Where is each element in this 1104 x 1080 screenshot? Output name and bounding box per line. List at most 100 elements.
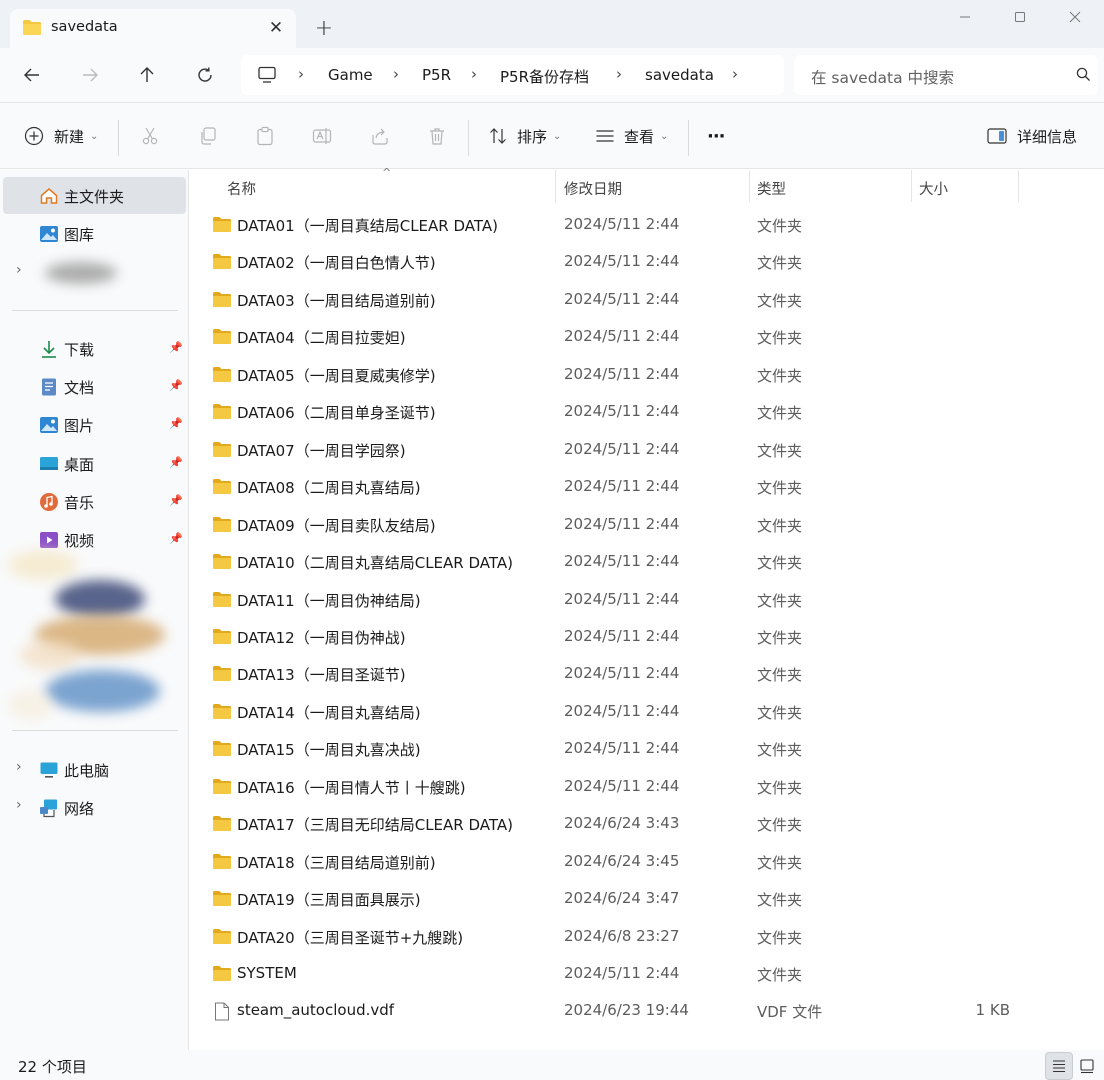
folder-row[interactable]: DATA17（三周目无印结局CLEAR DATA) 2024/6/24 3:43 文…: [205, 806, 1025, 842]
file-row[interactable]: steam_autocloud.vdf 2024/6/23 19:44 VDF 文件…: [205, 993, 1025, 1029]
file-name: DATA05（一周目夏威夷修学): [237, 366, 436, 385]
file-name: DATA13（一周目圣诞节): [237, 666, 406, 685]
new-button[interactable]: 新建 ⌄: [24, 120, 98, 152]
view-button[interactable]: 查看 ⌄: [595, 120, 668, 152]
folder-row[interactable]: DATA12（一周目伪神战) 2024/5/11 2:44 文件夹: [205, 619, 1025, 655]
desktop-icon: [39, 454, 59, 474]
column-type[interactable]: 类型: [757, 178, 786, 199]
chevron-right-icon[interactable]: ›: [16, 797, 22, 813]
sidebar-item-pictures[interactable]: 图片 📌: [3, 406, 186, 443]
sidebar-item-onedrive[interactable]: ›: [3, 254, 186, 291]
folder-row[interactable]: DATA18（三周目结局道别前) 2024/6/24 3:45 文件夹: [205, 844, 1025, 880]
details-pane-button[interactable]: 详细信息: [987, 120, 1077, 152]
copy-button[interactable]: [198, 120, 218, 152]
delete-button[interactable]: [427, 120, 447, 152]
share-button[interactable]: [370, 120, 390, 152]
paste-button[interactable]: [255, 120, 275, 152]
sidebar-item-gallery[interactable]: 图库: [3, 215, 186, 252]
rename-button[interactable]: [312, 120, 332, 152]
folder-row[interactable]: DATA20（三周目圣诞节+九艘跳) 2024/6/8 23:27 文件夹: [205, 919, 1025, 955]
column-divider[interactable]: [1018, 170, 1019, 202]
column-name[interactable]: 名称: [227, 178, 256, 199]
column-size[interactable]: 大小: [919, 178, 948, 199]
file-date: 2024/5/11 2:44: [564, 776, 680, 795]
sidebar-item-music[interactable]: 音乐 📌: [3, 483, 186, 520]
sidebar-item-desktop[interactable]: 桌面 📌: [3, 445, 186, 482]
folder-row[interactable]: DATA03（一周目结局道别前) 2024/5/11 2:44 文件夹: [205, 282, 1025, 318]
pin-icon[interactable]: 📌: [169, 494, 183, 507]
search-placeholder: 在 savedata 中搜索: [811, 69, 955, 87]
minimize-button[interactable]: [942, 2, 988, 32]
sidebar-label: 图库: [64, 226, 95, 244]
back-button[interactable]: [16, 59, 48, 91]
maximize-button[interactable]: [997, 2, 1043, 32]
up-button[interactable]: [131, 59, 163, 91]
folder-row[interactable]: DATA11（一周目伪神结局) 2024/5/11 2:44 文件夹: [205, 582, 1025, 618]
more-options-button[interactable]: ···: [707, 120, 725, 152]
column-divider[interactable]: [555, 170, 556, 202]
address-bar[interactable]: › Game › P5R › P5R备份存档 › savedata ›: [241, 55, 784, 95]
file-name: DATA03（一周目结局道别前): [237, 291, 436, 310]
new-tab-button[interactable]: +: [310, 14, 338, 42]
folder-row[interactable]: DATA02（一周目白色情人节) 2024/5/11 2:44 文件夹: [205, 244, 1025, 280]
folder-row[interactable]: DATA06（二周目单身圣诞节) 2024/5/11 2:44 文件夹: [205, 394, 1025, 430]
tab-close-icon[interactable]: ✕: [262, 14, 290, 42]
sidebar-item-network[interactable]: › 网络: [3, 789, 186, 826]
folder-row[interactable]: DATA07（一周目学园祭) 2024/5/11 2:44 文件夹: [205, 432, 1025, 468]
column-divider[interactable]: [749, 170, 750, 202]
pin-icon[interactable]: 📌: [169, 341, 183, 354]
music-icon: [39, 492, 59, 512]
folder-row[interactable]: DATA13（一周目圣诞节) 2024/5/11 2:44 文件夹: [205, 656, 1025, 692]
download-icon: [39, 339, 59, 359]
file-type: 文件夹: [757, 554, 803, 573]
folder-row[interactable]: DATA10（二周目丸喜结局CLEAR DATA) 2024/5/11 2:44 文…: [205, 544, 1025, 580]
column-date[interactable]: 修改日期: [564, 178, 622, 199]
maximize-icon: [1015, 12, 1025, 22]
view-label: 查看: [624, 127, 655, 146]
pin-icon[interactable]: 📌: [169, 532, 183, 545]
forward-button[interactable]: [74, 59, 106, 91]
cut-button[interactable]: [140, 120, 160, 152]
folder-row[interactable]: DATA09（一周目卖队友结局) 2024/5/11 2:44 文件夹: [205, 507, 1025, 543]
folder-row[interactable]: DATA04（二周目拉雯妲) 2024/5/11 2:44 文件夹: [205, 319, 1025, 355]
close-window-button[interactable]: [1052, 2, 1098, 32]
search-box[interactable]: 在 savedata 中搜索: [794, 55, 1098, 95]
folder-row[interactable]: DATA01（一周目真结局CLEAR DATA) 2024/5/11 2:44 文件…: [205, 207, 1025, 243]
sidebar-item-home[interactable]: 主文件夹: [3, 177, 186, 214]
breadcrumb-p5r-backup[interactable]: P5R备份存档: [500, 66, 589, 87]
column-divider[interactable]: [911, 170, 912, 202]
file-date: 2024/5/11 2:44: [564, 402, 680, 421]
thumbnail-view-button[interactable]: [1073, 1052, 1101, 1080]
folder-row[interactable]: SYSTEM 2024/5/11 2:44 文件夹: [205, 956, 1025, 992]
sidebar-item-documents[interactable]: 文档 📌: [3, 368, 186, 405]
folder-icon: [212, 928, 232, 949]
file-icon: [214, 1002, 230, 1025]
details-pane-icon: [987, 128, 1007, 144]
details-view-button[interactable]: [1045, 1052, 1073, 1080]
folder-row[interactable]: DATA19（三周目面具展示) 2024/6/24 3:47 文件夹: [205, 881, 1025, 917]
folder-row[interactable]: DATA14（一周目丸喜结局) 2024/5/11 2:44 文件夹: [205, 694, 1025, 730]
file-type: 文件夹: [757, 404, 803, 423]
folder-row[interactable]: DATA16（一周目情人节丨十艘跳) 2024/5/11 2:44 文件夹: [205, 769, 1025, 805]
breadcrumb-game[interactable]: Game: [328, 66, 373, 84]
refresh-button[interactable]: [189, 59, 221, 91]
folder-row[interactable]: DATA15（一周目丸喜决战) 2024/5/11 2:44 文件夹: [205, 731, 1025, 767]
tab-savedata[interactable]: savedata ✕: [10, 9, 296, 48]
sidebar-item-this-pc[interactable]: › 此电脑: [3, 751, 186, 788]
file-name: DATA18（三周目结局道别前): [237, 853, 436, 872]
gallery-icon: [39, 224, 59, 244]
breadcrumb-p5r[interactable]: P5R: [422, 66, 451, 84]
folder-icon: [212, 965, 232, 986]
folder-icon: [212, 628, 232, 649]
pin-icon[interactable]: 📌: [169, 456, 183, 469]
folder-icon: [212, 740, 232, 761]
sort-button[interactable]: 排序 ⌄: [488, 120, 561, 152]
pin-icon[interactable]: 📌: [169, 417, 183, 430]
breadcrumb-savedata[interactable]: savedata: [645, 66, 714, 84]
chevron-right-icon[interactable]: ›: [16, 759, 22, 775]
chevron-right-icon[interactable]: ›: [16, 262, 22, 278]
sidebar-item-downloads[interactable]: 下载 📌: [3, 330, 186, 367]
folder-row[interactable]: DATA08（二周目丸喜结局) 2024/5/11 2:44 文件夹: [205, 469, 1025, 505]
pin-icon[interactable]: 📌: [169, 379, 183, 392]
folder-row[interactable]: DATA05（一周目夏威夷修学) 2024/5/11 2:44 文件夹: [205, 357, 1025, 393]
